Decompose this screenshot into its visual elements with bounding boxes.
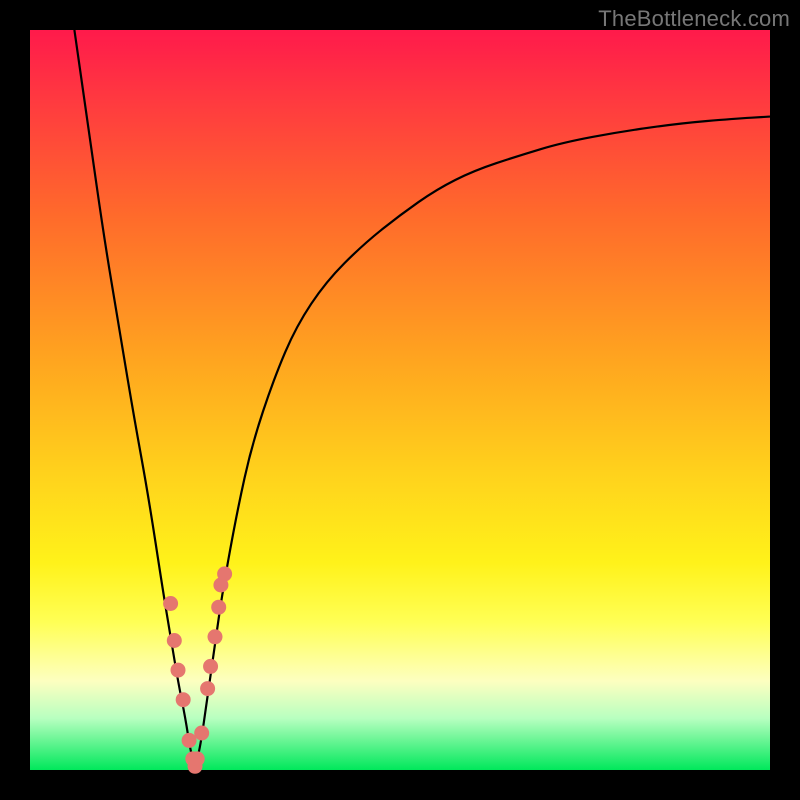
data-point <box>211 600 226 615</box>
data-point <box>182 733 197 748</box>
data-point <box>208 629 223 644</box>
data-point <box>167 633 182 648</box>
plot-area <box>30 30 770 770</box>
data-point <box>176 692 191 707</box>
data-point <box>194 726 209 741</box>
data-point <box>203 659 218 674</box>
curve-group <box>74 30 770 766</box>
watermark-text: TheBottleneck.com <box>598 6 790 32</box>
data-point <box>217 566 232 581</box>
data-point <box>200 681 215 696</box>
chart-frame: TheBottleneck.com <box>0 0 800 800</box>
data-point <box>171 663 186 678</box>
data-point <box>190 751 205 766</box>
chart-svg <box>30 30 770 770</box>
curve-left-branch <box>74 30 195 766</box>
curve-right-branch <box>195 117 770 767</box>
data-point <box>163 596 178 611</box>
